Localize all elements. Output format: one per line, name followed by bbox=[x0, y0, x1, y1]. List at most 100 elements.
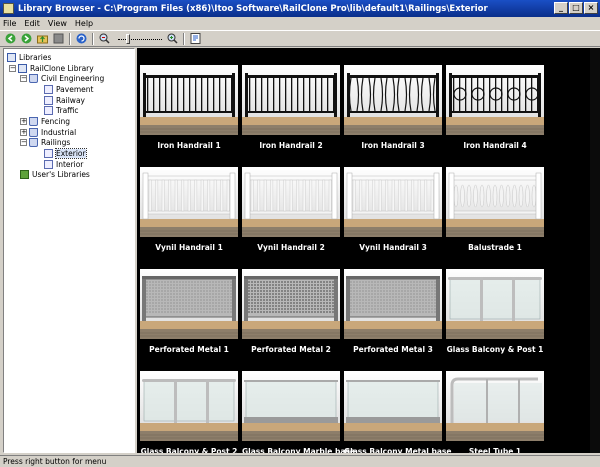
thumbnail-glass[interactable] bbox=[140, 371, 238, 441]
thumbnail-perforated[interactable] bbox=[140, 269, 238, 339]
thumbnail-perforated[interactable] bbox=[344, 269, 442, 339]
minimize-button[interactable]: _ bbox=[554, 2, 568, 14]
libraries-icon bbox=[7, 52, 16, 62]
thumbnail-caption: Perforated Metal 2 bbox=[251, 345, 331, 354]
category-icon bbox=[44, 84, 53, 94]
thumbnail-caption: Glass Balcony Metal base bbox=[344, 447, 452, 453]
zoom-slider-thumb[interactable] bbox=[126, 33, 130, 44]
expand-toggle[interactable]: + bbox=[20, 117, 27, 125]
tree-item-railings[interactable]: − Railings bbox=[20, 137, 70, 147]
back-icon[interactable] bbox=[4, 33, 16, 45]
user-library-icon bbox=[20, 169, 29, 179]
tree-item-label: Railway bbox=[56, 95, 85, 105]
thumbnail-caption: Glass Balcony Marble base bbox=[242, 447, 355, 453]
thumbnail-caption: Vynil Handrail 3 bbox=[359, 243, 427, 252]
thumbnail-grid: Iron Handrail 1 Iron Handrail 2 Iron Handr… bbox=[137, 48, 600, 453]
zoom-in-icon[interactable] bbox=[166, 33, 178, 45]
title-bar: Library Browser - C:\Program Files (x86)… bbox=[0, 0, 600, 17]
tree-item-civil-engineering[interactable]: − Civil Engineering bbox=[20, 73, 104, 83]
tree-item-label: Exterior bbox=[55, 147, 87, 159]
thumbnail-caption: Perforated Metal 3 bbox=[353, 345, 433, 354]
tree-item-railway[interactable]: Railway bbox=[44, 95, 85, 105]
thumbnail-caption: Iron Handrail 4 bbox=[463, 141, 527, 150]
menu-bar: File Edit View Help bbox=[0, 17, 600, 29]
zoom-out-icon[interactable] bbox=[98, 33, 110, 45]
tree-item-label: Industrial bbox=[41, 127, 77, 137]
expand-toggle[interactable]: + bbox=[20, 128, 27, 136]
app-icon bbox=[3, 3, 14, 14]
tree-item-pavement[interactable]: Pavement bbox=[44, 84, 93, 94]
collapse-toggle[interactable]: − bbox=[9, 64, 16, 72]
thumbnail-iron-bars[interactable] bbox=[140, 65, 238, 135]
collapse-toggle[interactable]: − bbox=[20, 74, 27, 82]
category-icon bbox=[44, 159, 53, 169]
thumbnail-glass-marble[interactable] bbox=[344, 371, 442, 441]
category-icon bbox=[44, 148, 53, 158]
thumbnail-caption: Perforated Metal 1 bbox=[149, 345, 229, 354]
tree-item-libraries[interactable]: Libraries bbox=[7, 52, 51, 62]
tree-item-railclone-library[interactable]: − RailClone Library bbox=[9, 63, 94, 73]
menu-view[interactable]: View bbox=[48, 19, 67, 28]
tree-item-users-libraries[interactable]: User's Libraries bbox=[20, 169, 90, 179]
scrollbar[interactable] bbox=[590, 48, 600, 453]
tree-item-interior[interactable]: Interior bbox=[44, 159, 83, 169]
thumbnail-caption: Iron Handrail 3 bbox=[361, 141, 425, 150]
thumbnail-vinyl[interactable] bbox=[344, 167, 442, 237]
thumbnail-iron-bars[interactable] bbox=[242, 65, 340, 135]
category-icon bbox=[44, 95, 53, 105]
folder-icon bbox=[29, 116, 38, 126]
tree-item-label: Railings bbox=[41, 137, 71, 147]
thumbnail-caption: Balustrade 1 bbox=[468, 243, 522, 252]
tree-item-label: Fencing bbox=[41, 116, 70, 126]
thumbnail-glass-marble[interactable] bbox=[242, 371, 340, 441]
thumbnail-caption: Iron Handrail 1 bbox=[157, 141, 221, 150]
toolbar bbox=[0, 30, 600, 47]
thumbnail-iron-scroll[interactable] bbox=[446, 65, 544, 135]
thumbnail-perforated-dots[interactable] bbox=[242, 269, 340, 339]
close-button[interactable]: × bbox=[584, 2, 598, 14]
thumbnail-vinyl[interactable] bbox=[242, 167, 340, 237]
zoom-slider[interactable] bbox=[118, 33, 162, 44]
stop-icon[interactable] bbox=[52, 33, 64, 45]
menu-help[interactable]: Help bbox=[75, 19, 93, 28]
forward-icon[interactable] bbox=[20, 33, 32, 45]
collapse-toggle[interactable]: − bbox=[20, 138, 27, 146]
thumbnail-balustrade[interactable] bbox=[446, 167, 544, 237]
library-tree[interactable]: Libraries − RailClone Library − Civil En… bbox=[3, 48, 135, 453]
tree-item-fencing[interactable]: + Fencing bbox=[20, 116, 70, 126]
tree-item-industrial[interactable]: + Industrial bbox=[20, 127, 76, 137]
thumbnail-steel-tube[interactable] bbox=[446, 371, 544, 441]
thumbnail-caption: Glass Balcony & Post 2 bbox=[140, 447, 238, 453]
thumbnail-caption: Steel Tube 1 bbox=[468, 447, 522, 453]
thumbnail-glass[interactable] bbox=[446, 269, 544, 339]
up-folder-icon[interactable] bbox=[36, 33, 48, 45]
thumbnail-caption: Iron Handrail 2 bbox=[259, 141, 323, 150]
status-text: Press right button for menu bbox=[3, 457, 107, 466]
thumbnail-caption: Glass Balcony & Post 1 bbox=[446, 345, 544, 354]
maximize-button[interactable]: □ bbox=[569, 2, 583, 14]
thumbnail-vinyl[interactable] bbox=[140, 167, 238, 237]
folder-icon bbox=[29, 127, 38, 137]
category-icon bbox=[44, 105, 53, 115]
thumbnail-caption: Vynil Handrail 2 bbox=[257, 243, 325, 252]
folder-icon bbox=[29, 137, 38, 147]
tree-item-label: Traffic bbox=[56, 105, 79, 115]
tree-item-exterior[interactable]: Exterior bbox=[44, 147, 87, 159]
refresh-icon[interactable] bbox=[75, 33, 87, 45]
status-bar: Press right button for menu bbox=[0, 455, 600, 467]
tree-item-label: Civil Engineering bbox=[41, 73, 105, 83]
menu-file[interactable]: File bbox=[3, 19, 16, 28]
tree-item-label: Pavement bbox=[56, 84, 94, 94]
info-icon[interactable] bbox=[189, 33, 201, 45]
window-title: Library Browser - C:\Program Files (x86)… bbox=[18, 3, 488, 14]
tree-item-label: RailClone Library bbox=[30, 63, 94, 73]
thumbnail-iron-bulge[interactable] bbox=[344, 65, 442, 135]
tree-item-traffic[interactable]: Traffic bbox=[44, 105, 79, 115]
tree-item-label: Libraries bbox=[19, 52, 52, 62]
tree-item-label: User's Libraries bbox=[32, 169, 90, 179]
folder-icon bbox=[29, 73, 38, 83]
thumbnail-caption: Vynil Handrail 1 bbox=[155, 243, 223, 252]
library-icon bbox=[18, 63, 27, 73]
tree-item-label: Interior bbox=[56, 159, 84, 169]
menu-edit[interactable]: Edit bbox=[24, 19, 40, 28]
